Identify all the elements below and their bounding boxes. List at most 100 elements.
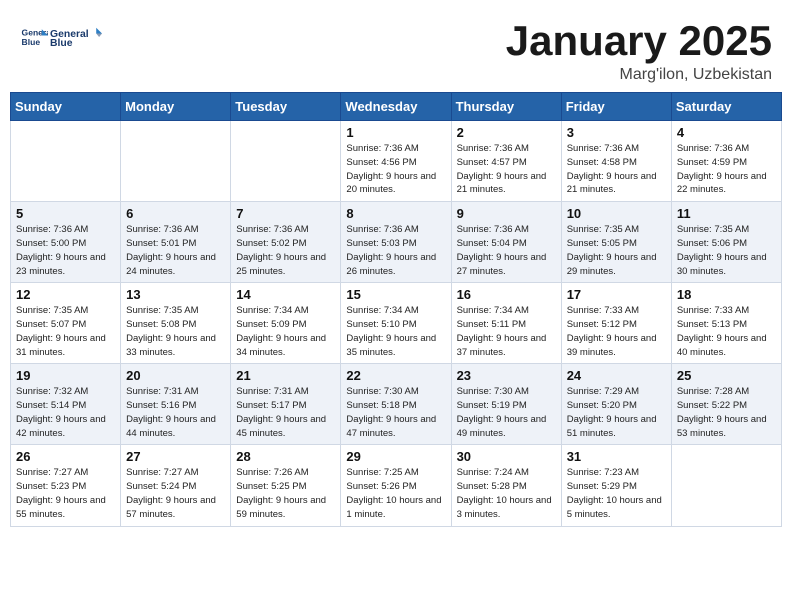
day-number: 12 bbox=[16, 287, 115, 302]
day-info: Sunrise: 7:36 AMSunset: 4:58 PMDaylight:… bbox=[567, 142, 666, 197]
day-info: Sunrise: 7:28 AMSunset: 5:22 PMDaylight:… bbox=[677, 385, 776, 440]
day-number: 16 bbox=[457, 287, 556, 302]
calendar-day-cell: 14Sunrise: 7:34 AMSunset: 5:09 PMDayligh… bbox=[231, 283, 341, 364]
calendar-day-cell: 11Sunrise: 7:35 AMSunset: 5:06 PMDayligh… bbox=[671, 202, 781, 283]
svg-text:Blue: Blue bbox=[50, 38, 73, 49]
location-subtitle: Marg'ilon, Uzbekistan bbox=[506, 66, 772, 84]
day-number: 22 bbox=[346, 368, 445, 383]
title-block: January 2025 Marg'ilon, Uzbekistan bbox=[506, 18, 772, 84]
day-number: 10 bbox=[567, 206, 666, 221]
calendar-day-cell: 21Sunrise: 7:31 AMSunset: 5:17 PMDayligh… bbox=[231, 364, 341, 445]
logo-icon: General Blue bbox=[20, 23, 48, 51]
calendar-day-cell bbox=[121, 121, 231, 202]
day-info: Sunrise: 7:36 AMSunset: 5:00 PMDaylight:… bbox=[16, 223, 115, 278]
calendar-day-cell: 26 Sunrise: 7:27 AMSunset: 5:23 PMDayligh… bbox=[11, 445, 121, 526]
day-number: 9 bbox=[457, 206, 556, 221]
calendar-week-row: 12 Sunrise: 7:35 AMSunset: 5:07 PMDayligh… bbox=[11, 283, 782, 364]
calendar-day-cell: 20Sunrise: 7:31 AMSunset: 5:16 PMDayligh… bbox=[121, 364, 231, 445]
day-number: 5 bbox=[16, 206, 115, 221]
day-number: 6 bbox=[126, 206, 225, 221]
page: General Blue General Blue January 2025 M… bbox=[0, 0, 792, 612]
day-number: 4 bbox=[677, 125, 776, 140]
day-number: 8 bbox=[346, 206, 445, 221]
calendar-week-row: 19 Sunrise: 7:32 AMSunset: 5:14 PMDayligh… bbox=[11, 364, 782, 445]
calendar-day-cell: 8 Sunrise: 7:36 AMSunset: 5:03 PMDaylight… bbox=[341, 202, 451, 283]
calendar-table: Sunday Monday Tuesday Wednesday Thursday… bbox=[10, 92, 782, 526]
calendar-day-cell bbox=[671, 445, 781, 526]
day-number: 14 bbox=[236, 287, 335, 302]
logo-text-block: General Blue bbox=[50, 18, 102, 56]
day-info: Sunrise: 7:29 AMSunset: 5:20 PMDaylight:… bbox=[567, 385, 666, 440]
calendar-day-cell: 4 Sunrise: 7:36 AMSunset: 4:59 PMDaylight… bbox=[671, 121, 781, 202]
header-tuesday: Tuesday bbox=[231, 93, 341, 121]
day-number: 1 bbox=[346, 125, 445, 140]
day-number: 7 bbox=[236, 206, 335, 221]
calendar-day-cell: 6 Sunrise: 7:36 AMSunset: 5:01 PMDaylight… bbox=[121, 202, 231, 283]
day-info: Sunrise: 7:34 AMSunset: 5:10 PMDaylight:… bbox=[346, 304, 445, 359]
day-info: Sunrise: 7:34 AMSunset: 5:11 PMDaylight:… bbox=[457, 304, 556, 359]
day-info: Sunrise: 7:27 AMSunset: 5:24 PMDaylight:… bbox=[126, 466, 225, 521]
calendar-day-cell: 16 Sunrise: 7:34 AMSunset: 5:11 PMDayligh… bbox=[451, 283, 561, 364]
day-number: 13 bbox=[126, 287, 225, 302]
day-number: 18 bbox=[677, 287, 776, 302]
day-info: Sunrise: 7:33 AMSunset: 5:12 PMDaylight:… bbox=[567, 304, 666, 359]
header-thursday: Thursday bbox=[451, 93, 561, 121]
calendar-day-cell: 13 Sunrise: 7:35 AMSunset: 5:08 PMDayligh… bbox=[121, 283, 231, 364]
calendar-day-cell: 5 Sunrise: 7:36 AMSunset: 5:00 PMDaylight… bbox=[11, 202, 121, 283]
day-info: Sunrise: 7:36 AMSunset: 4:56 PMDaylight:… bbox=[346, 142, 445, 197]
day-number: 15 bbox=[346, 287, 445, 302]
day-info: Sunrise: 7:35 AMSunset: 5:05 PMDaylight:… bbox=[567, 223, 666, 278]
header: General Blue General Blue January 2025 M… bbox=[0, 0, 792, 92]
day-number: 26 bbox=[16, 449, 115, 464]
calendar-day-cell: 10 Sunrise: 7:35 AMSunset: 5:05 PMDayligh… bbox=[561, 202, 671, 283]
day-info: Sunrise: 7:32 AMSunset: 5:14 PMDaylight:… bbox=[16, 385, 115, 440]
header-friday: Friday bbox=[561, 93, 671, 121]
day-number: 24 bbox=[567, 368, 666, 383]
calendar-day-cell: 7Sunrise: 7:36 AMSunset: 5:02 PMDaylight… bbox=[231, 202, 341, 283]
day-number: 31 bbox=[567, 449, 666, 464]
day-number: 19 bbox=[16, 368, 115, 383]
calendar-day-cell bbox=[231, 121, 341, 202]
day-number: 17 bbox=[567, 287, 666, 302]
day-info: Sunrise: 7:36 AMSunset: 4:57 PMDaylight:… bbox=[457, 142, 556, 197]
calendar-day-cell: 23Sunrise: 7:30 AMSunset: 5:19 PMDayligh… bbox=[451, 364, 561, 445]
weekday-header-row: Sunday Monday Tuesday Wednesday Thursday… bbox=[11, 93, 782, 121]
day-number: 28 bbox=[236, 449, 335, 464]
calendar-day-cell bbox=[11, 121, 121, 202]
logo: General Blue General Blue bbox=[20, 18, 102, 56]
day-info: Sunrise: 7:36 AMSunset: 4:59 PMDaylight:… bbox=[677, 142, 776, 197]
day-info: Sunrise: 7:35 AMSunset: 5:08 PMDaylight:… bbox=[126, 304, 225, 359]
day-number: 2 bbox=[457, 125, 556, 140]
day-number: 11 bbox=[677, 206, 776, 221]
svg-text:Blue: Blue bbox=[22, 37, 41, 47]
day-info: Sunrise: 7:30 AMSunset: 5:18 PMDaylight:… bbox=[346, 385, 445, 440]
calendar-day-cell: 9 Sunrise: 7:36 AMSunset: 5:04 PMDaylight… bbox=[451, 202, 561, 283]
calendar-week-row: 1 Sunrise: 7:36 AMSunset: 4:56 PMDaylight… bbox=[11, 121, 782, 202]
day-number: 23 bbox=[457, 368, 556, 383]
day-info: Sunrise: 7:35 AMSunset: 5:07 PMDaylight:… bbox=[16, 304, 115, 359]
month-title: January 2025 bbox=[506, 18, 772, 64]
day-info: Sunrise: 7:36 AMSunset: 5:01 PMDaylight:… bbox=[126, 223, 225, 278]
calendar-day-cell: 17 Sunrise: 7:33 AMSunset: 5:12 PMDayligh… bbox=[561, 283, 671, 364]
calendar-day-cell: 18 Sunrise: 7:33 AMSunset: 5:13 PMDayligh… bbox=[671, 283, 781, 364]
day-number: 29 bbox=[346, 449, 445, 464]
calendar-day-cell: 22 Sunrise: 7:30 AMSunset: 5:18 PMDayligh… bbox=[341, 364, 451, 445]
calendar-day-cell: 31 Sunrise: 7:23 AMSunset: 5:29 PMDayligh… bbox=[561, 445, 671, 526]
day-info: Sunrise: 7:33 AMSunset: 5:13 PMDaylight:… bbox=[677, 304, 776, 359]
calendar-day-cell: 28 Sunrise: 7:26 AMSunset: 5:25 PMDayligh… bbox=[231, 445, 341, 526]
calendar-week-row: 26 Sunrise: 7:27 AMSunset: 5:23 PMDayligh… bbox=[11, 445, 782, 526]
day-info: Sunrise: 7:36 AMSunset: 5:03 PMDaylight:… bbox=[346, 223, 445, 278]
calendar-week-row: 5 Sunrise: 7:36 AMSunset: 5:00 PMDaylight… bbox=[11, 202, 782, 283]
day-number: 20 bbox=[126, 368, 225, 383]
calendar-day-cell: 30Sunrise: 7:24 AMSunset: 5:28 PMDayligh… bbox=[451, 445, 561, 526]
day-info: Sunrise: 7:36 AMSunset: 5:04 PMDaylight:… bbox=[457, 223, 556, 278]
calendar-day-cell: 1 Sunrise: 7:36 AMSunset: 4:56 PMDaylight… bbox=[341, 121, 451, 202]
calendar-day-cell: 19 Sunrise: 7:32 AMSunset: 5:14 PMDayligh… bbox=[11, 364, 121, 445]
logo-bird-icon: General Blue bbox=[50, 18, 102, 56]
calendar-day-cell: 12 Sunrise: 7:35 AMSunset: 5:07 PMDayligh… bbox=[11, 283, 121, 364]
calendar-day-cell: 3Sunrise: 7:36 AMSunset: 4:58 PMDaylight… bbox=[561, 121, 671, 202]
day-info: Sunrise: 7:27 AMSunset: 5:23 PMDaylight:… bbox=[16, 466, 115, 521]
day-info: Sunrise: 7:31 AMSunset: 5:17 PMDaylight:… bbox=[236, 385, 335, 440]
day-info: Sunrise: 7:26 AMSunset: 5:25 PMDaylight:… bbox=[236, 466, 335, 521]
day-info: Sunrise: 7:23 AMSunset: 5:29 PMDaylight:… bbox=[567, 466, 666, 521]
